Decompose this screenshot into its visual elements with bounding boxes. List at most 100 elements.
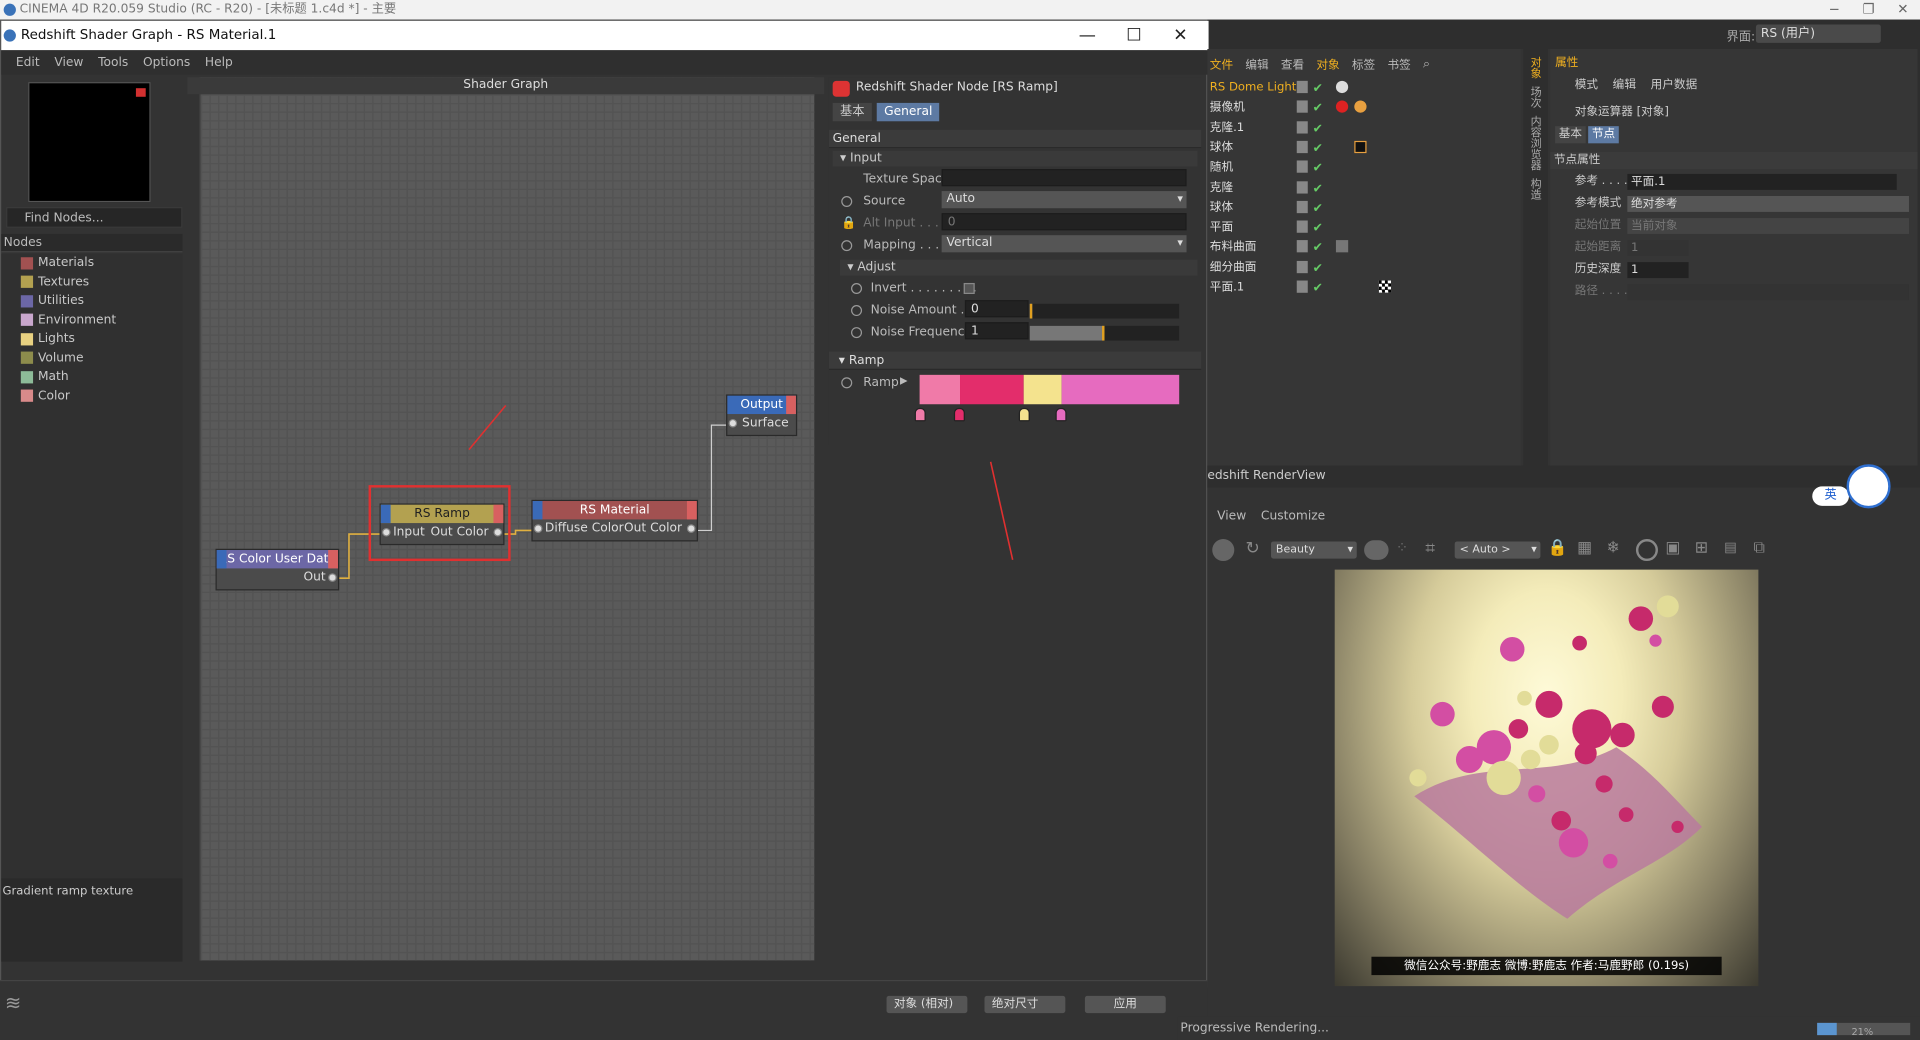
output-port[interactable] xyxy=(686,524,696,533)
pv-icon[interactable]: ▤ xyxy=(1724,539,1746,561)
side-tab-takes[interactable]: 场次 xyxy=(1527,86,1543,108)
texture-space-field[interactable] xyxy=(941,169,1187,187)
copy-icon[interactable]: ⧉ xyxy=(1753,539,1775,561)
lock-icon[interactable]: 🔒 xyxy=(1548,539,1570,561)
rgb-icon[interactable] xyxy=(1364,540,1389,560)
invert-checkbox[interactable] xyxy=(963,282,975,294)
ramp-knot[interactable] xyxy=(914,407,926,422)
coord-mode-dropdown[interactable]: 对象 (相对) xyxy=(886,995,968,1014)
interface-dropdown[interactable]: RS (用户) xyxy=(1755,24,1881,43)
am-history-depth-field[interactable]: 1 xyxy=(1627,262,1689,279)
object-row[interactable]: 克隆 ✔ xyxy=(1207,178,1520,198)
grid-icon[interactable]: ▦ xyxy=(1577,539,1599,561)
node-rs-material[interactable]: RS Material Diffuse Color Out Color xyxy=(531,499,698,542)
group-input[interactable]: ▾ Input xyxy=(832,150,1198,167)
mapping-dropdown[interactable]: Vertical xyxy=(941,235,1187,253)
om-tab-tags[interactable]: 标签 xyxy=(1352,55,1375,72)
enabled-check-icon[interactable]: ✔ xyxy=(1313,259,1323,279)
animate-radio[interactable] xyxy=(851,305,863,317)
ramp-knot[interactable] xyxy=(1055,407,1067,422)
rv-menu-customize[interactable]: Customize xyxy=(1261,510,1325,530)
enabled-check-icon[interactable]: ✔ xyxy=(1313,279,1323,299)
animate-radio[interactable] xyxy=(841,377,853,389)
noise-frequency-slider[interactable] xyxy=(1029,325,1180,341)
object-row[interactable]: 克隆.1 ✔ xyxy=(1207,118,1520,138)
tab-general[interactable]: General xyxy=(876,102,940,122)
om-tab-bookmarks[interactable]: 书签 xyxy=(1387,55,1410,72)
aov-dropdown[interactable]: Beauty xyxy=(1271,541,1357,559)
object-row[interactable]: 平面.1 ✔ xyxy=(1207,278,1520,298)
grid-dots-icon[interactable]: ⁘ xyxy=(1396,539,1418,561)
close-icon[interactable]: ✕ xyxy=(1886,0,1920,20)
enabled-check-icon[interactable]: ✔ xyxy=(1313,179,1323,199)
play-icon[interactable] xyxy=(1212,539,1235,562)
object-row[interactable]: 球体 ✔ xyxy=(1207,198,1520,218)
side-tab-content-browser[interactable]: 内容浏览器 xyxy=(1527,115,1543,170)
object-row[interactable]: 随机 ✔ xyxy=(1207,158,1520,178)
enabled-check-icon[interactable]: ✔ xyxy=(1313,120,1323,140)
noise-amount-slider[interactable] xyxy=(1029,303,1180,319)
am-reference-field[interactable]: 平面.1 xyxy=(1627,173,1897,190)
enabled-check-icon[interactable]: ✔ xyxy=(1313,140,1323,160)
image-icon[interactable]: ▣ xyxy=(1665,539,1687,561)
am-tab-node[interactable]: 节点 xyxy=(1588,126,1619,144)
am-path-field[interactable] xyxy=(1627,284,1909,301)
enabled-check-icon[interactable]: ✔ xyxy=(1313,100,1323,120)
zoom-dropdown[interactable]: < Auto > xyxy=(1454,541,1541,559)
enabled-check-icon[interactable]: ✔ xyxy=(1313,199,1323,219)
alt-input-field[interactable]: 0 xyxy=(941,213,1187,231)
object-row[interactable]: RS Dome Light ✔ xyxy=(1207,78,1520,98)
object-row[interactable]: 摄像机 ✔ xyxy=(1207,98,1520,118)
expand-arrow-icon[interactable]: ▶ xyxy=(900,375,908,386)
circle-icon[interactable] xyxy=(1635,539,1658,562)
am-start-dropdown[interactable]: 当前对象 xyxy=(1627,218,1909,234)
tab-basic[interactable]: 基本 xyxy=(832,102,872,122)
restore-icon[interactable]: ❐ xyxy=(1851,0,1885,20)
object-row[interactable]: 球体 ✔ xyxy=(1207,138,1520,158)
minimize-icon[interactable]: − xyxy=(1817,0,1851,20)
enabled-check-icon[interactable]: ✔ xyxy=(1313,159,1323,179)
input-port[interactable] xyxy=(728,418,738,428)
group-adjust[interactable]: ▾ Adjust xyxy=(840,259,1198,276)
animate-radio[interactable] xyxy=(851,327,863,339)
group-ramp[interactable]: ▾ Ramp xyxy=(828,351,1202,370)
side-tab-objects[interactable]: 对象 xyxy=(1527,56,1543,78)
noise-amount-field[interactable]: 0 xyxy=(964,300,1029,318)
enabled-check-icon[interactable]: ✔ xyxy=(1313,219,1323,239)
search-icon[interactable]: ⌕ xyxy=(1423,57,1430,70)
apply-button[interactable]: 应用 xyxy=(1084,995,1166,1014)
refresh-icon[interactable]: ↻ xyxy=(1242,539,1264,561)
crop-icon[interactable]: ⌗ xyxy=(1425,539,1447,561)
animate-radio[interactable] xyxy=(851,282,863,294)
animate-radio[interactable] xyxy=(841,196,853,208)
om-tab-edit[interactable]: 编辑 xyxy=(1245,55,1268,72)
node-output[interactable]: Output Surface xyxy=(726,394,798,437)
snowflake-icon[interactable]: ❄ xyxy=(1607,539,1629,561)
add-icon[interactable]: ⊞ xyxy=(1695,539,1717,561)
node-rs-color-user-data[interactable]: RS Color User Data Out xyxy=(215,548,340,591)
enabled-check-icon[interactable]: ✔ xyxy=(1313,80,1323,100)
om-tab-view[interactable]: 查看 xyxy=(1281,55,1304,72)
om-tab-file[interactable]: 文件 xyxy=(1210,55,1233,72)
ime-badge[interactable]: 英 xyxy=(1812,486,1849,506)
noise-frequency-field[interactable]: 1 xyxy=(964,322,1029,340)
layers-icon[interactable]: ≋ xyxy=(5,991,34,1016)
am-tab-basic[interactable]: 基本 xyxy=(1555,126,1586,144)
source-dropdown[interactable]: Auto xyxy=(941,191,1187,209)
enabled-check-icon[interactable]: ✔ xyxy=(1313,239,1323,259)
object-row[interactable]: 平面 ✔ xyxy=(1207,218,1520,238)
input-port[interactable] xyxy=(533,524,543,533)
object-row[interactable]: 布料曲面 ✔ xyxy=(1207,238,1520,258)
am-start-distance-field[interactable]: 1 xyxy=(1627,240,1689,257)
am-menu-userdata[interactable]: 用户数据 xyxy=(1651,76,1698,96)
am-menu-edit[interactable]: 编辑 xyxy=(1613,76,1636,96)
ramp-knot[interactable] xyxy=(953,407,965,422)
am-refmode-dropdown[interactable]: 绝对参考 xyxy=(1627,196,1909,212)
size-mode-dropdown[interactable]: 绝对尺寸 xyxy=(984,995,1066,1014)
side-tab-structure[interactable]: 构造 xyxy=(1527,178,1543,200)
om-tab-objects[interactable]: 对象 xyxy=(1316,55,1339,72)
output-port[interactable] xyxy=(328,573,337,582)
am-menu-mode[interactable]: 模式 xyxy=(1575,76,1598,96)
rv-menu-view[interactable]: View xyxy=(1217,510,1246,530)
object-row[interactable]: 细分曲面 ✔ xyxy=(1207,258,1520,278)
